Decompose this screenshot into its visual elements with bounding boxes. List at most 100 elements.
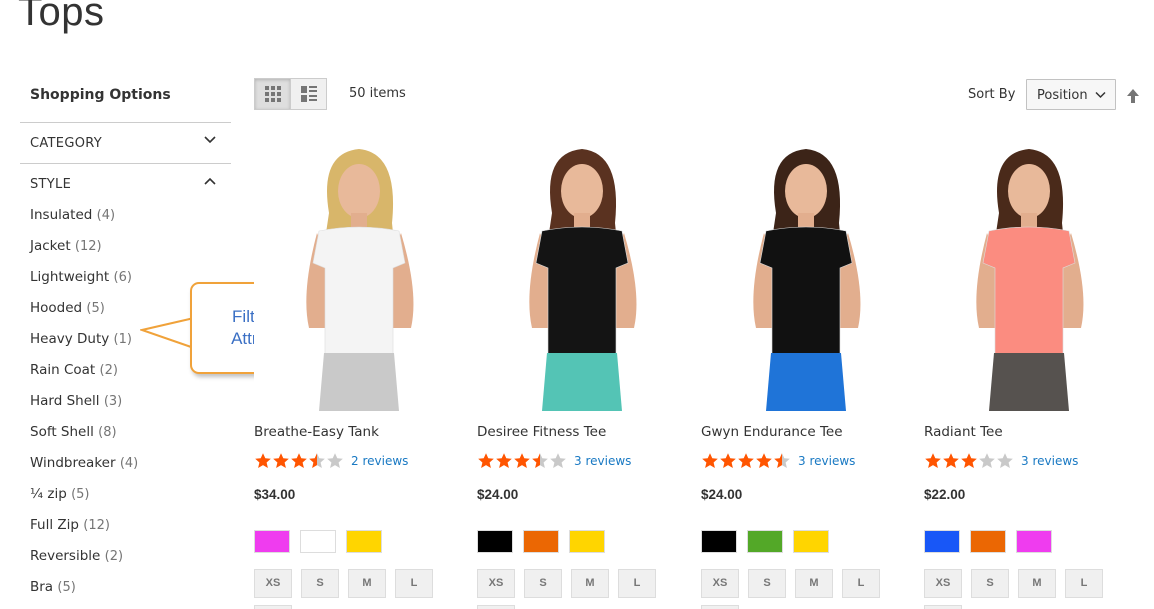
chevron-up-icon [204, 177, 216, 185]
shopping-options-title: Shopping Options [30, 87, 171, 103]
product-rating: 3 reviews [701, 452, 855, 470]
color-swatch[interactable] [523, 530, 559, 553]
size-option[interactable]: S [971, 569, 1009, 598]
rating-stars [254, 452, 344, 470]
size-option[interactable]: S [748, 569, 786, 598]
item-count: 50 items [349, 86, 406, 101]
style-options-list: Insulated (4) Jacket (12) Lightweight (6… [20, 197, 231, 609]
color-swatch[interactable] [1016, 530, 1052, 553]
star-icon [309, 453, 325, 468]
size-option[interactable]: L [1065, 569, 1103, 598]
filter-style-label: STYLE [30, 177, 72, 192]
product-image[interactable] [254, 143, 464, 411]
star-icon [273, 453, 289, 468]
product-image[interactable] [701, 143, 911, 411]
star-icon [327, 453, 343, 468]
list-view-button[interactable] [290, 78, 327, 110]
filter-category[interactable]: CATEGORY [20, 122, 231, 163]
star-icon [496, 453, 512, 468]
sort-by-select[interactable]: Position [1026, 79, 1116, 110]
sort-direction-arrow-up-icon[interactable] [1126, 88, 1140, 104]
size-swatches: XS S M L [254, 569, 442, 598]
product-toolbar: 50 items Sort By Position [254, 78, 1144, 112]
style-option-soft-shell[interactable]: Soft Shell (8) [30, 423, 231, 454]
product-card[interactable]: Desiree Fitness Tee 3 reviews $24.00 XS S M L [477, 143, 687, 609]
product-image[interactable] [477, 143, 687, 411]
size-option[interactable]: L [842, 569, 880, 598]
color-swatches [924, 530, 1062, 553]
star-icon [738, 453, 754, 468]
product-name-link[interactable]: Radiant Tee [924, 424, 1003, 440]
filter-style[interactable]: STYLE [20, 163, 231, 204]
star-icon [291, 453, 307, 468]
size-option[interactable]: L [395, 569, 433, 598]
color-swatch[interactable] [747, 530, 783, 553]
chevron-down-icon [1095, 91, 1106, 99]
style-option-quarter-zip[interactable]: ¼ zip (5) [30, 485, 231, 516]
size-option[interactable]: XS [477, 569, 515, 598]
color-swatch[interactable] [346, 530, 382, 553]
size-option[interactable]: S [524, 569, 562, 598]
size-swatches: XS S M L [701, 569, 889, 598]
grid-view-button[interactable] [254, 78, 291, 110]
size-option[interactable]: L [618, 569, 656, 598]
color-swatches [701, 530, 839, 553]
star-icon [979, 453, 995, 468]
chevron-down-icon [204, 136, 216, 144]
callout-pointer [140, 317, 195, 349]
product-card[interactable]: Radiant Tee 3 reviews $22.00 XS S M L [924, 143, 1134, 609]
color-swatches [254, 530, 392, 553]
style-option-jacket[interactable]: Jacket (12) [30, 237, 231, 268]
size-option[interactable] [477, 605, 515, 609]
product-name-link[interactable]: Desiree Fitness Tee [477, 424, 606, 440]
star-icon [478, 453, 494, 468]
size-swatches: XS S M L [924, 569, 1112, 598]
size-option[interactable]: M [571, 569, 609, 598]
style-option-hard-shell[interactable]: Hard Shell (3) [30, 392, 231, 423]
product-name-link[interactable]: Breathe-Easy Tank [254, 424, 379, 440]
star-icon [720, 453, 736, 468]
reviews-link[interactable]: 3 reviews [798, 454, 855, 468]
size-option[interactable] [254, 605, 292, 609]
page-title: Tops [18, 0, 105, 34]
size-option[interactable]: XS [924, 569, 962, 598]
color-swatch[interactable] [924, 530, 960, 553]
color-swatch[interactable] [793, 530, 829, 553]
product-card[interactable]: Breathe-Easy Tank 2 reviews $34.00 XS S M L [254, 143, 464, 609]
size-option[interactable]: M [795, 569, 833, 598]
color-swatch[interactable] [970, 530, 1006, 553]
product-price: $24.00 [477, 487, 519, 502]
style-option-full-zip[interactable]: Full Zip (12) [30, 516, 231, 547]
reviews-link[interactable]: 2 reviews [351, 454, 408, 468]
sort-by-label: Sort By [968, 87, 1016, 102]
star-icon [550, 453, 566, 468]
star-icon [255, 453, 271, 468]
product-image[interactable] [924, 143, 1134, 411]
reviews-link[interactable]: 3 reviews [574, 454, 631, 468]
star-icon [925, 453, 941, 468]
size-option[interactable]: S [301, 569, 339, 598]
star-icon [514, 453, 530, 468]
size-option[interactable]: XS [701, 569, 739, 598]
product-card[interactable]: Gwyn Endurance Tee 3 reviews $24.00 XS S M L [701, 143, 911, 609]
color-swatch[interactable] [477, 530, 513, 553]
rating-stars [924, 452, 1014, 470]
style-option-windbreaker[interactable]: Windbreaker (4) [30, 454, 231, 485]
reviews-link[interactable]: 3 reviews [1021, 454, 1078, 468]
color-swatch[interactable] [300, 530, 336, 553]
color-swatch[interactable] [569, 530, 605, 553]
view-mode-switcher [254, 78, 327, 110]
color-swatch[interactable] [254, 530, 290, 553]
size-option[interactable]: M [1018, 569, 1056, 598]
sort-by-value: Position [1037, 88, 1088, 103]
style-option-reversible[interactable]: Reversible (2) [30, 547, 231, 578]
style-option-insulated[interactable]: Insulated (4) [30, 206, 231, 237]
size-option[interactable] [924, 605, 962, 609]
product-name-link[interactable]: Gwyn Endurance Tee [701, 424, 843, 440]
star-icon [702, 453, 718, 468]
size-option[interactable] [701, 605, 739, 609]
color-swatch[interactable] [701, 530, 737, 553]
size-option[interactable]: M [348, 569, 386, 598]
size-option[interactable]: XS [254, 569, 292, 598]
style-option-bra[interactable]: Bra (5) [30, 578, 231, 609]
